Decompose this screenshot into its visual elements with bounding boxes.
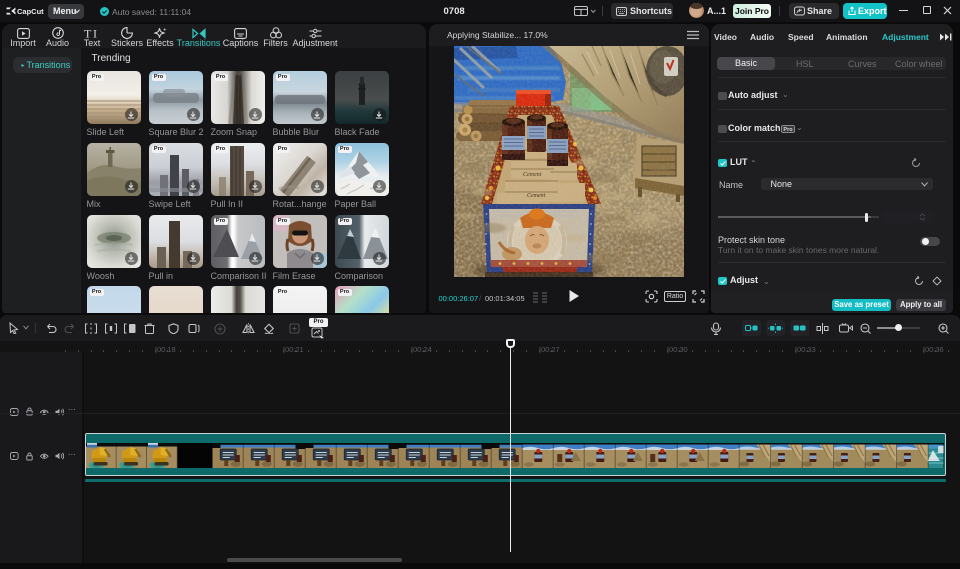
svg-text:CapCut: CapCut [17,7,44,16]
svg-text:T: T [84,27,92,39]
